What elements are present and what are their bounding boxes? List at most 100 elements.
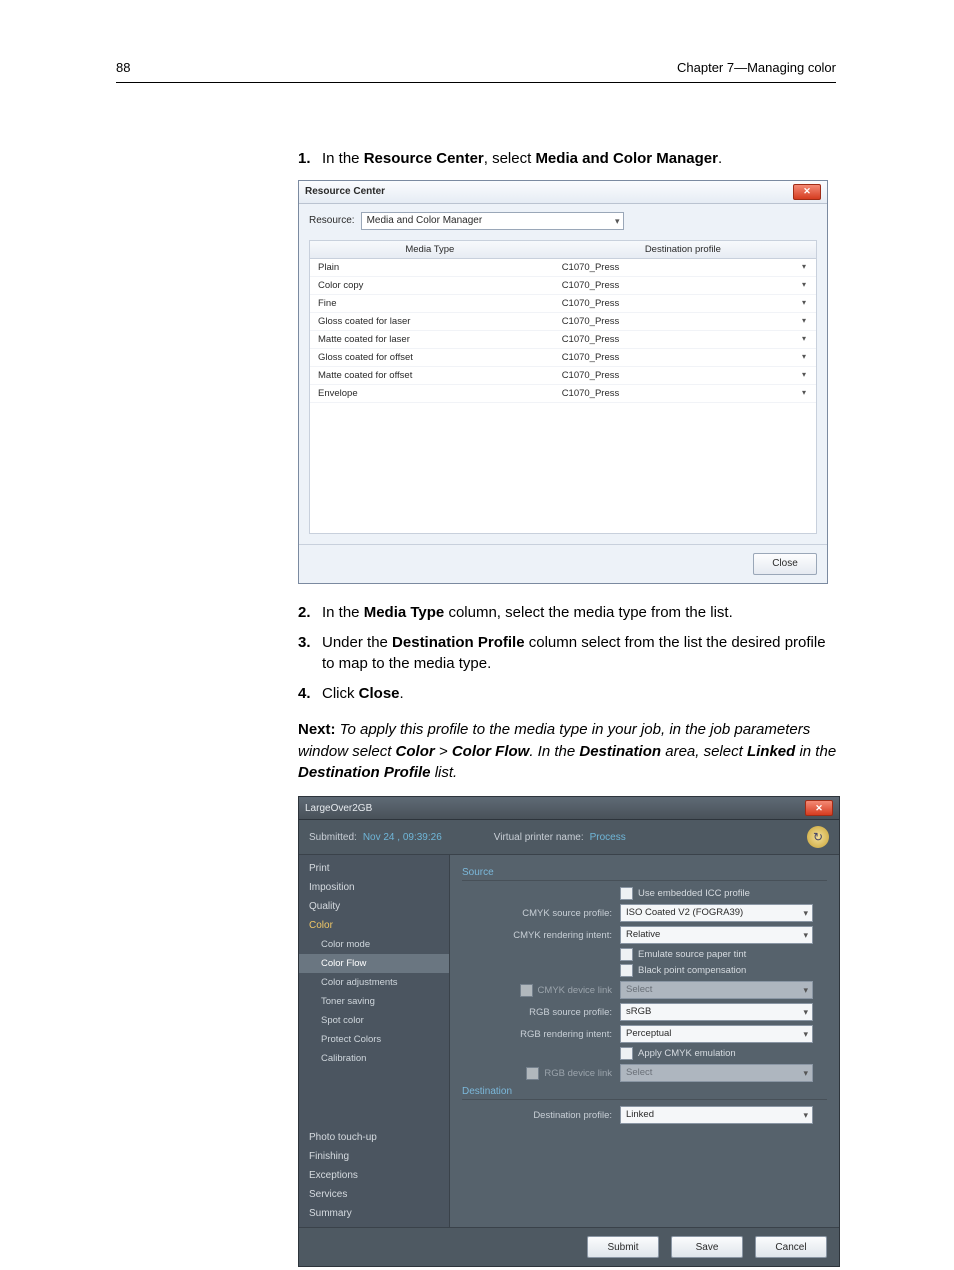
cell[interactable]: C1070_Press [554, 367, 816, 384]
table-row[interactable]: PlainC1070_Press [310, 259, 816, 277]
page-number: 88 [116, 60, 130, 75]
cancel-button[interactable]: Cancel [755, 1236, 827, 1258]
col-media-type: Media Type [310, 241, 550, 258]
cmyk-devicelink-checkbox[interactable] [520, 984, 533, 997]
close-button[interactable]: Close [753, 553, 817, 575]
black-point-checkbox[interactable] [620, 964, 633, 977]
submit-button[interactable]: Submit [587, 1236, 659, 1258]
t: Media and Color Manager [535, 150, 718, 167]
sidebar-item-summary[interactable]: Summary [299, 1204, 449, 1223]
table-row[interactable]: Color copyC1070_Press [310, 277, 816, 295]
cell[interactable]: C1070_Press [554, 349, 816, 366]
cell[interactable]: C1070_Press [554, 277, 816, 294]
t: Destination [579, 743, 661, 760]
sidebar-nav: Print Imposition Quality Color Color mod… [299, 855, 450, 1227]
cell[interactable]: C1070_Press [554, 295, 816, 312]
close-icon[interactable]: ✕ [805, 800, 833, 816]
sidebar-item-services[interactable]: Services [299, 1185, 449, 1204]
media-table: Media Type Destination profile PlainC107… [309, 240, 817, 534]
sidebar-item-exceptions[interactable]: Exceptions [299, 1166, 449, 1185]
destination-profile-select[interactable]: Linked [620, 1106, 813, 1124]
rgb-devicelink-select: Select [620, 1064, 813, 1082]
sidebar-item-protect-colors[interactable]: Protect Colors [299, 1030, 449, 1049]
t: In the [322, 150, 364, 167]
cmyk-intent-label: CMYK rendering intent: [462, 930, 620, 941]
t: . [718, 150, 722, 167]
apply-cmyk-emulation-checkbox[interactable] [620, 1047, 633, 1060]
step-1: 1. In the Resource Center, select Media … [298, 148, 838, 170]
sidebar-item-quality[interactable]: Quality [299, 897, 449, 916]
resource-center-window: Resource Center ✕ Resource: Media and Co… [298, 180, 828, 584]
emulate-paper-checkbox[interactable] [620, 948, 633, 961]
table-row[interactable]: FineC1070_Press [310, 295, 816, 313]
table-row[interactable]: EnvelopeC1070_Press [310, 385, 816, 403]
rgb-profile-label: RGB source profile: [462, 1007, 620, 1018]
cmyk-devicelink-label: CMYK device link [538, 985, 612, 996]
header-rule [116, 82, 836, 83]
black-point-label: Black point compensation [638, 965, 746, 976]
window-title: LargeOver2GB [305, 803, 805, 814]
step-number: 2. [298, 602, 322, 624]
sidebar-item-color-flow[interactable]: Color Flow [299, 954, 449, 973]
cell: Matte coated for offset [310, 367, 554, 384]
cell[interactable]: C1070_Press [554, 313, 816, 330]
t: area, select [661, 743, 747, 760]
table-row[interactable]: Gloss coated for offsetC1070_Press [310, 349, 816, 367]
cell[interactable]: C1070_Press [554, 259, 816, 276]
col-destination-profile: Destination profile [550, 241, 816, 258]
t: Linked [747, 743, 795, 760]
t: > [435, 743, 452, 760]
refresh-icon[interactable]: ↻ [807, 826, 829, 848]
t: Color [396, 743, 435, 760]
rgb-devicelink-checkbox[interactable] [526, 1067, 539, 1080]
rgb-intent-select[interactable]: Perceptual [620, 1025, 813, 1043]
t: list. [431, 764, 458, 781]
cell[interactable]: C1070_Press [554, 385, 816, 402]
sidebar-item-imposition[interactable]: Imposition [299, 878, 449, 897]
resource-select[interactable]: Media and Color Manager [361, 212, 624, 230]
cmyk-intent-select[interactable]: Relative [620, 926, 813, 944]
table-row[interactable]: Matte coated for laserC1070_Press [310, 331, 816, 349]
t: , select [484, 150, 536, 167]
vpn-value: Process [590, 832, 626, 843]
t: Destination Profile [298, 764, 431, 781]
t: Under the [322, 634, 392, 651]
table-row[interactable]: Matte coated for offsetC1070_Press [310, 367, 816, 385]
sidebar-item-color-adjustments[interactable]: Color adjustments [299, 973, 449, 992]
t: in the [795, 743, 836, 760]
sidebar-item-color[interactable]: Color [299, 916, 449, 935]
step-text: Click Close. [322, 683, 404, 705]
cell: Matte coated for laser [310, 331, 554, 348]
sidebar-item-photo-touchup[interactable]: Photo touch-up [299, 1128, 449, 1147]
destination-profile-label: Destination profile: [462, 1110, 620, 1121]
cell[interactable]: C1070_Press [554, 331, 816, 348]
submitted-label: Submitted: [309, 832, 357, 843]
rgb-profile-select[interactable]: sRGB [620, 1003, 813, 1021]
t: Resource Center [364, 150, 484, 167]
submitted-value: Nov 24 , 09:39:26 [363, 832, 442, 843]
step-2: 2. In the Media Type column, select the … [298, 602, 838, 624]
page-chapter: Chapter 7—Managing color [677, 60, 836, 75]
table-row[interactable]: Gloss coated for laserC1070_Press [310, 313, 816, 331]
use-embedded-checkbox[interactable] [620, 887, 633, 900]
window-titlebar: Resource Center ✕ [299, 181, 827, 204]
vpn-label: Virtual printer name: [494, 832, 584, 843]
sidebar-item-spot-color[interactable]: Spot color [299, 1011, 449, 1030]
save-button[interactable]: Save [671, 1236, 743, 1258]
window-titlebar: LargeOver2GB ✕ [299, 797, 839, 820]
t: . In the [529, 743, 579, 760]
sidebar-item-print[interactable]: Print [299, 859, 449, 878]
sidebar-item-toner-saving[interactable]: Toner saving [299, 992, 449, 1011]
close-icon[interactable]: ✕ [793, 184, 821, 200]
sidebar-item-calibration[interactable]: Calibration [299, 1049, 449, 1068]
sidebar-item-color-mode[interactable]: Color mode [299, 935, 449, 954]
t: Color Flow [452, 743, 530, 760]
sidebar-item-finishing[interactable]: Finishing [299, 1147, 449, 1166]
t: Click [322, 685, 359, 702]
cell: Color copy [310, 277, 554, 294]
step-text: In the Media Type column, select the med… [322, 602, 733, 624]
next-paragraph: Next: To apply this profile to the media… [298, 719, 838, 784]
cmyk-profile-select[interactable]: ISO Coated V2 (FOGRA39) [620, 904, 813, 922]
t: Next: [298, 721, 336, 738]
resource-label: Resource: [309, 215, 355, 226]
